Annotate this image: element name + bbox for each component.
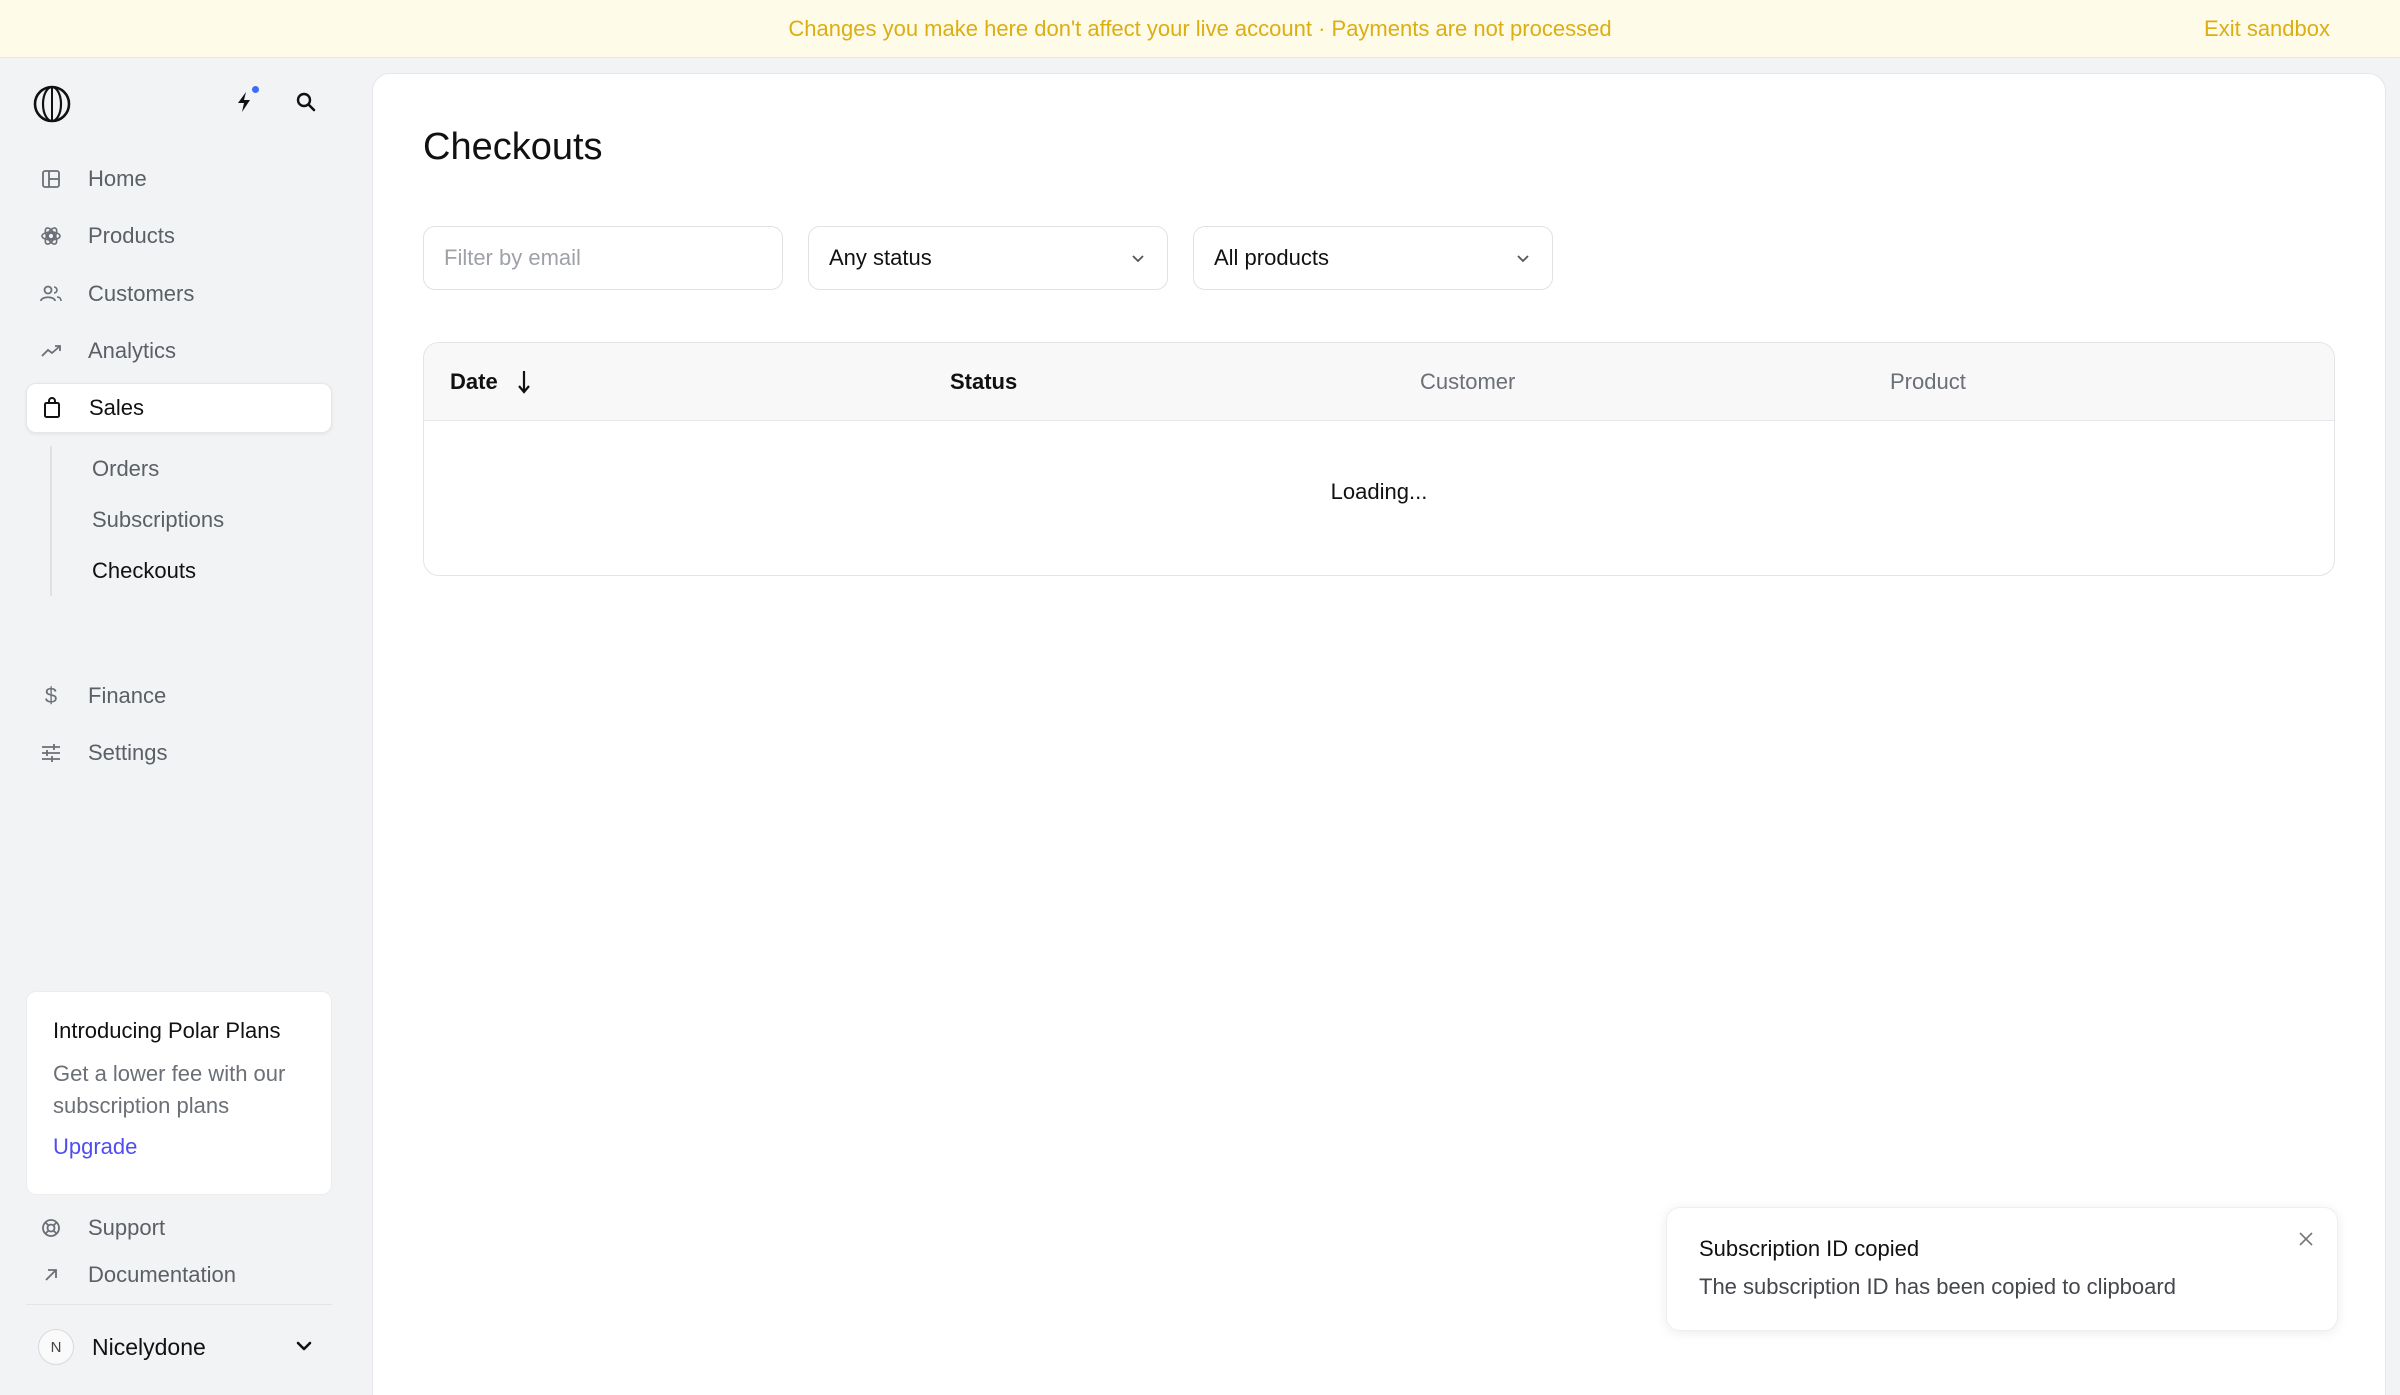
sidebar-item-label: Customers	[88, 281, 195, 306]
arrow-down-icon	[516, 369, 532, 395]
sidebar: Home Products Customers Analytics Sales	[0, 58, 370, 1395]
toast-notification: Subscription ID copied The subscription …	[1666, 1207, 2338, 1331]
subnav-item-subscriptions[interactable]: Subscriptions	[92, 507, 224, 533]
subnav-rail	[50, 446, 52, 596]
status-select-value: Any status	[829, 245, 932, 270]
sidebar-item-analytics[interactable]: Analytics	[26, 326, 332, 376]
column-header-label: Date	[450, 369, 498, 394]
sidebar-item-label: Analytics	[88, 338, 177, 363]
email-filter-input[interactable]	[444, 245, 762, 271]
table-body: Loading...	[424, 421, 2334, 575]
sidebar-divider	[26, 1304, 332, 1305]
search-icon[interactable]	[286, 82, 326, 122]
status-select[interactable]: Any status	[808, 226, 1168, 290]
main-panel: Checkouts Any status All products Date S…	[372, 73, 2386, 1395]
lifebuoy-icon	[38, 1218, 64, 1238]
product-select[interactable]: All products	[1193, 226, 1553, 290]
column-header-status[interactable]: Status	[950, 343, 1017, 421]
product-select-value: All products	[1214, 245, 1329, 270]
upgrade-link[interactable]: Upgrade	[53, 1134, 137, 1160]
account-name: Nicelydone	[92, 1333, 206, 1360]
customers-icon	[26, 284, 76, 304]
sidebar-item-sales[interactable]: Sales	[26, 383, 332, 433]
chevron-down-icon	[1514, 249, 1532, 267]
documentation-label: Documentation	[88, 1262, 236, 1287]
support-link[interactable]: Support	[38, 1215, 165, 1241]
page-title: Checkouts	[423, 126, 603, 168]
sandbox-message: Changes you make here don't affect your …	[788, 15, 1612, 41]
dollar-icon: $	[44, 683, 58, 708]
sidebar-item-label: Settings	[88, 740, 168, 765]
avatar: N	[38, 1329, 74, 1365]
sidebar-item-label: Finance	[88, 683, 167, 708]
notification-dot	[252, 86, 259, 93]
table-header: Date Status Customer Product	[424, 343, 2334, 421]
chevron-down-icon	[1129, 249, 1147, 267]
promo-card: Introducing Polar Plans Get a lower fee …	[26, 991, 332, 1195]
sidebar-item-label: Products	[88, 223, 175, 248]
chevron-down-icon	[294, 1336, 314, 1361]
email-filter-field[interactable]	[423, 226, 783, 290]
toast-title: Subscription ID copied	[1699, 1236, 1920, 1261]
column-header-date[interactable]: Date	[450, 343, 532, 421]
column-header-product: Product	[1890, 369, 1966, 394]
sidebar-item-customers[interactable]: Customers	[26, 269, 332, 319]
analytics-icon	[26, 343, 76, 359]
sidebar-item-products[interactable]: Products	[26, 211, 332, 261]
sidebar-item-settings[interactable]: Settings	[26, 728, 332, 778]
products-icon	[26, 225, 76, 247]
sidebar-item-label: Sales	[89, 395, 145, 420]
subnav-item-orders[interactable]: Orders	[92, 456, 159, 482]
toast-body: The subscription ID has been copied to c…	[1699, 1274, 2176, 1299]
close-icon[interactable]	[2297, 1230, 2315, 1253]
documentation-link[interactable]: Documentation	[38, 1262, 236, 1288]
polar-logo-icon[interactable]	[32, 84, 72, 124]
column-header-customer: Customer	[1420, 369, 1516, 394]
sandbox-banner: Changes you make here don't affect your …	[0, 0, 2400, 58]
promo-title: Introducing Polar Plans	[53, 1018, 281, 1043]
sidebar-item-finance[interactable]: $ Finance	[26, 671, 332, 721]
home-icon	[26, 169, 76, 189]
account-switcher[interactable]: N Nicelydone	[26, 1322, 332, 1372]
exit-sandbox-link[interactable]: Exit sandbox	[2204, 0, 2330, 58]
subnav-item-checkouts[interactable]: Checkouts	[92, 558, 196, 584]
sliders-icon	[26, 744, 76, 762]
checkouts-table: Date Status Customer Product Loading...	[423, 342, 2335, 576]
sidebar-item-label: Home	[88, 166, 147, 191]
sidebar-item-home[interactable]: Home	[26, 154, 332, 204]
arrow-up-right-icon	[38, 1267, 64, 1283]
promo-body: Get a lower fee with our subscription pl…	[53, 1061, 286, 1118]
support-label: Support	[88, 1215, 166, 1240]
bag-icon	[27, 397, 77, 419]
loading-text: Loading...	[1330, 479, 1428, 504]
